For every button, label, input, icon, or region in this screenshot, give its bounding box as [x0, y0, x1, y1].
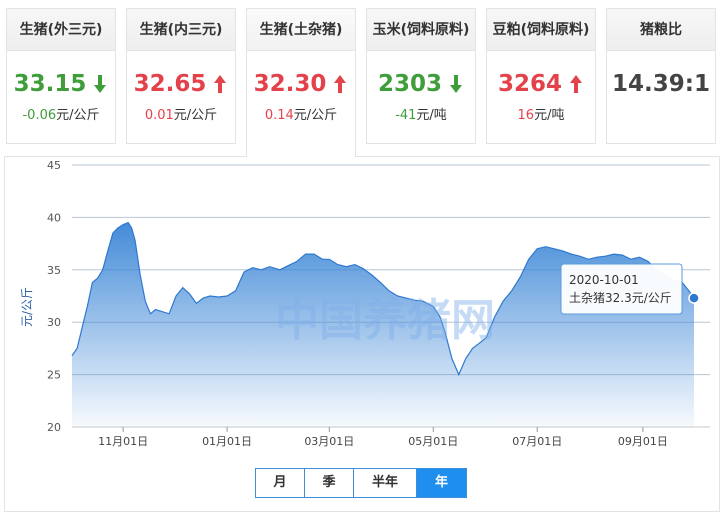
y-tick-label: 30	[47, 316, 61, 329]
x-tick-label: 09月01日	[618, 435, 668, 448]
x-tick-label: 05月01日	[408, 435, 458, 448]
change-unit: 元/吨	[534, 108, 565, 123]
card-change: 0.14元/公斤	[247, 107, 355, 125]
card-value-row: 14.39:1	[607, 69, 715, 99]
arrow-down-icon	[94, 75, 107, 93]
card-value: 33.15	[13, 71, 87, 97]
card-title: 豆粕(饲料原料)	[487, 9, 595, 51]
y-tick-label: 45	[47, 159, 61, 172]
card-change: -0.06元/公斤	[7, 107, 115, 125]
card-pig-tuzazhu[interactable]: 生猪(土杂猪) 32.30 0.14元/公斤	[246, 8, 356, 157]
card-value-row: 3264	[487, 69, 595, 99]
card-pig-grain-ratio[interactable]: 猪粮比 14.39:1	[606, 8, 716, 144]
card-value: 32.30	[253, 71, 327, 97]
card-change: -41元/吨	[367, 107, 475, 125]
price-area-chart[interactable]: 20 25 30 35 40 45 元/公斤 11月01日 01月01日 03月01日 05月01日…	[5, 157, 719, 511]
change-value: -41	[395, 108, 417, 123]
card-value-row: 32.65	[127, 69, 235, 99]
y-tick-label: 35	[47, 264, 61, 277]
y-tick-label: 20	[47, 421, 61, 434]
price-widget: 生猪(外三元) 33.15 -0.06元/公斤 生猪(内三元) 32.65 0.…	[0, 0, 726, 516]
card-title: 生猪(内三元)	[127, 9, 235, 51]
card-value: 2303	[377, 71, 442, 97]
range-year-button[interactable]: 年	[417, 469, 466, 497]
card-value: 3264	[497, 71, 562, 97]
arrow-up-icon	[334, 75, 347, 93]
change-unit: 元/公斤	[293, 108, 338, 123]
tooltip-date: 2020-10-01	[569, 273, 639, 287]
x-tick-label: 07月01日	[512, 435, 562, 448]
change-value: -0.06	[22, 108, 57, 123]
y-tick-label: 25	[47, 369, 61, 382]
card-title: 猪粮比	[607, 9, 715, 51]
change-value: 16	[517, 108, 535, 123]
card-value: 32.65	[133, 71, 207, 97]
hover-point	[688, 292, 700, 304]
range-selector: 月 季 半年 年	[255, 468, 467, 498]
change-unit: 元/吨	[416, 108, 447, 123]
arrow-up-icon	[570, 75, 582, 93]
tooltip-box	[560, 263, 683, 315]
card-soymeal[interactable]: 豆粕(饲料原料) 3264 16元/吨	[486, 8, 596, 144]
range-quarter-button[interactable]: 季	[305, 469, 354, 497]
change-unit: 元/公斤	[56, 108, 100, 123]
card-title: 生猪(外三元)	[7, 9, 115, 51]
change-value: 0.14	[264, 108, 294, 123]
arrow-down-icon	[450, 75, 462, 93]
range-halfyear-button[interactable]: 半年	[354, 469, 417, 497]
card-pig-neisanyuan[interactable]: 生猪(内三元) 32.65 0.01元/公斤	[126, 8, 236, 144]
card-change: 16元/吨	[487, 107, 595, 125]
card-value: 14.39:1	[612, 71, 710, 97]
card-value-row: 32.30	[247, 69, 355, 99]
card-value-row: 33.15	[7, 69, 115, 99]
card-corn[interactable]: 玉米(饲料原料) 2303 -41元/吨	[366, 8, 476, 144]
watermark: 中国养猪网	[275, 295, 495, 346]
y-tick-label: 40	[47, 211, 61, 224]
x-tick-label: 03月01日	[304, 435, 354, 448]
tooltip-value: 土杂猪32.3元/公斤	[569, 291, 672, 305]
card-value-row: 2303	[367, 69, 475, 99]
chart-panel: 20 25 30 35 40 45 元/公斤 11月01日 01月01日 03月01日 05月01日…	[4, 156, 720, 512]
card-pig-waisanyuan[interactable]: 生猪(外三元) 33.15 -0.06元/公斤	[6, 8, 116, 144]
change-value: 0.01	[144, 108, 174, 123]
card-change: 0.01元/公斤	[127, 107, 235, 125]
x-tick-label: 01月01日	[202, 435, 252, 448]
change-unit: 元/公斤	[173, 108, 218, 123]
range-month-button[interactable]: 月	[256, 469, 305, 497]
x-tick-label: 11月01日	[98, 435, 148, 448]
arrow-up-icon	[214, 75, 227, 93]
card-title: 玉米(饲料原料)	[367, 9, 475, 51]
card-title: 生猪(土杂猪)	[247, 9, 355, 51]
y-axis-label: 元/公斤	[20, 287, 34, 327]
